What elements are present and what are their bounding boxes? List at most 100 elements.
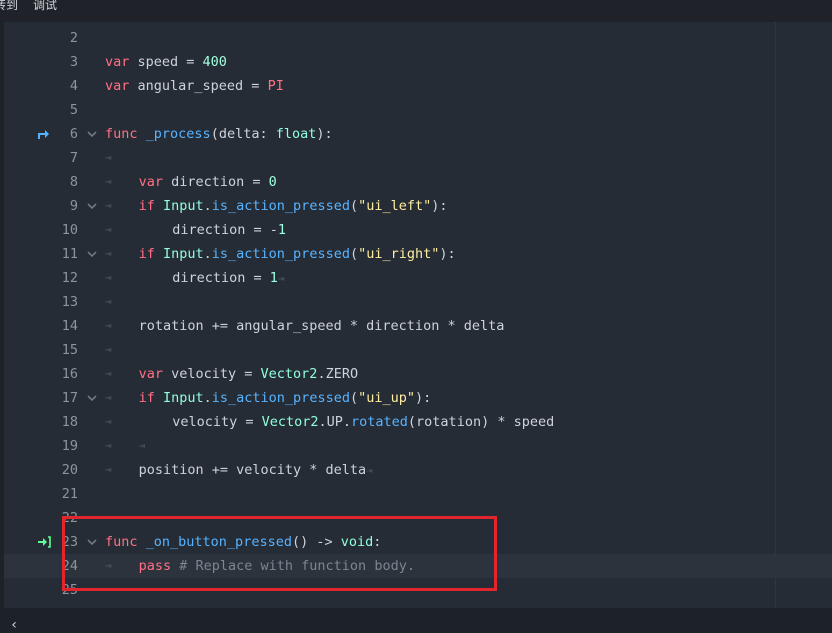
tab-marker-icon: ⇥ bbox=[105, 463, 112, 476]
tab-marker-icon: ⇥ bbox=[105, 391, 112, 404]
code-token: position += velocity * delta bbox=[138, 462, 367, 478]
code-token: Vector2 bbox=[261, 414, 319, 430]
code-token: "ui_left" bbox=[358, 198, 432, 214]
code-token: PI bbox=[267, 78, 284, 94]
code-line[interactable]: 15 ⇥ bbox=[4, 338, 832, 362]
code-token: . bbox=[203, 246, 212, 262]
line-number: 19 bbox=[61, 438, 78, 454]
code-token: Input bbox=[163, 246, 204, 262]
code-token: ( bbox=[349, 198, 359, 214]
code-line[interactable]: 17 ⇥ if Input.is_action_pressed("ui_up"): bbox=[4, 386, 832, 410]
chevron-left-icon[interactable]: ‹ bbox=[10, 617, 18, 633]
code-text[interactable]: direction = 1⇥ bbox=[172, 266, 284, 291]
chevron-down-icon[interactable] bbox=[85, 122, 99, 146]
code-text[interactable]: direction = -1 bbox=[172, 218, 286, 242]
code-token: velocity = bbox=[172, 414, 262, 430]
tab-marker-icon: ⇥ bbox=[105, 223, 112, 236]
code-token: "ui_right" bbox=[358, 246, 440, 262]
chevron-down-icon[interactable] bbox=[85, 386, 99, 410]
code-token: float bbox=[275, 126, 317, 142]
code-text[interactable]: func _process(delta: float): bbox=[105, 122, 333, 146]
code-line[interactable]: 3 var speed = 400 bbox=[4, 50, 832, 74]
menu-goto[interactable]: 转到 bbox=[0, 0, 18, 13]
menu-bar: 转到 调试 bbox=[0, 0, 832, 22]
code-line[interactable]: 21 bbox=[4, 482, 832, 506]
code-line[interactable]: 16 ⇥ var velocity = Vector2.ZERO bbox=[4, 362, 832, 386]
code-line[interactable]: 13 ⇥ bbox=[4, 290, 832, 314]
code-token: var bbox=[105, 78, 130, 94]
code-token: "ui_up" bbox=[358, 390, 415, 406]
code-line[interactable]: 8 ⇥ var direction = 0 bbox=[4, 170, 832, 194]
tab-marker-icon: ⇥ bbox=[105, 271, 112, 284]
code-line[interactable]: 5 bbox=[4, 98, 832, 122]
code-token: . bbox=[203, 198, 212, 214]
menu-debug[interactable]: 调试 bbox=[33, 0, 57, 13]
tab-marker-icon: ⇥ bbox=[105, 367, 112, 380]
tab-marker-icon: ⇥ bbox=[105, 439, 112, 452]
tab-marker-icon: ⇥ bbox=[105, 343, 112, 356]
line-number: 5 bbox=[69, 102, 78, 118]
code-token: var bbox=[138, 174, 163, 190]
line-number: 16 bbox=[61, 366, 78, 382]
code-token: direction = bbox=[172, 270, 270, 286]
code-line[interactable]: 2 bbox=[4, 26, 832, 50]
tab-marker-icon: ⇥ bbox=[138, 439, 146, 452]
code-line[interactable]: 12 ⇥ direction = 1⇥ bbox=[4, 266, 832, 290]
code-token: speed = bbox=[129, 54, 203, 70]
code-token: rotation += angular_speed * direction * … bbox=[138, 318, 505, 334]
line-number: 17 bbox=[61, 390, 78, 406]
code-token: ): bbox=[415, 390, 432, 406]
tab-marker-icon: ⇥ bbox=[105, 175, 112, 188]
code-line[interactable]: 10 ⇥ direction = -1 bbox=[4, 218, 832, 242]
override-icon[interactable] bbox=[37, 122, 53, 146]
code-line[interactable]: 6 func _process(delta: float): bbox=[4, 122, 832, 146]
code-token: var bbox=[138, 366, 163, 382]
code-text[interactable]: rotation += angular_speed * direction * … bbox=[139, 314, 505, 338]
code-token: ( bbox=[349, 390, 359, 406]
code-token: direction = - bbox=[172, 222, 278, 238]
line-number: 2 bbox=[69, 30, 78, 46]
code-text[interactable]: var direction = 0 bbox=[139, 170, 277, 194]
code-line[interactable]: 9 ⇥ if Input.is_action_pressed("ui_left"): bbox=[4, 194, 832, 218]
code-token: .UP. bbox=[318, 414, 352, 430]
code-text[interactable]: var velocity = Vector2.ZERO bbox=[139, 362, 358, 386]
code-token: if bbox=[138, 390, 155, 406]
code-token: velocity = bbox=[162, 366, 261, 382]
code-text[interactable]: position += velocity * delta⇥ bbox=[139, 458, 373, 483]
line-number: 18 bbox=[61, 414, 78, 430]
code-text[interactable]: var speed = 400 bbox=[105, 50, 227, 74]
annotation-highlight-box bbox=[62, 516, 497, 591]
code-line[interactable]: 14 ⇥ rotation += angular_speed * direction… bbox=[4, 314, 832, 338]
tab-marker-icon: ⇥ bbox=[105, 247, 112, 260]
code-text[interactable]: velocity = Vector2.UP.rotated(rotation) … bbox=[172, 410, 554, 434]
code-token: ): bbox=[439, 246, 456, 262]
code-token: var bbox=[105, 54, 130, 70]
code-line[interactable]: 18 ⇥ velocity = Vector2.UP.rotated(rotatio… bbox=[4, 410, 832, 434]
code-line[interactable]: 20 ⇥ position += velocity * delta⇥ bbox=[4, 458, 832, 482]
code-text[interactable]: if Input.is_action_pressed("ui_right"): bbox=[139, 242, 456, 266]
code-token: ( bbox=[349, 246, 359, 262]
chevron-down-icon[interactable] bbox=[85, 242, 99, 266]
code-token: (rotation) * speed bbox=[407, 414, 555, 430]
code-line[interactable]: 11 ⇥ if Input.is_action_pressed("ui_right"… bbox=[4, 242, 832, 266]
code-token: 400 bbox=[202, 54, 227, 70]
signal-connection-icon[interactable] bbox=[37, 530, 53, 554]
tab-marker-icon: ⇥ bbox=[366, 464, 373, 477]
code-line[interactable]: 19 ⇥ ⇥ bbox=[4, 434, 832, 458]
line-number: 7 bbox=[69, 150, 78, 166]
horizontal-scrollbar[interactable]: ‹ bbox=[0, 608, 832, 633]
line-number: 12 bbox=[61, 270, 78, 286]
code-line[interactable]: 7 ⇥ bbox=[4, 146, 832, 170]
line-number: 10 bbox=[61, 222, 78, 238]
chevron-down-icon[interactable] bbox=[85, 194, 99, 218]
code-text[interactable]: if Input.is_action_pressed("ui_up"): bbox=[139, 386, 432, 410]
tab-marker-icon: ⇥ bbox=[277, 272, 285, 285]
tab-marker-icon: ⇥ bbox=[105, 319, 112, 332]
code-text[interactable]: var angular_speed = PI bbox=[105, 74, 284, 98]
code-token: is_action_pressed bbox=[211, 198, 350, 214]
code-text[interactable]: if Input.is_action_pressed("ui_left"): bbox=[139, 194, 448, 218]
code-token: 0 bbox=[268, 174, 277, 190]
code-line[interactable]: 4 var angular_speed = PI bbox=[4, 74, 832, 98]
